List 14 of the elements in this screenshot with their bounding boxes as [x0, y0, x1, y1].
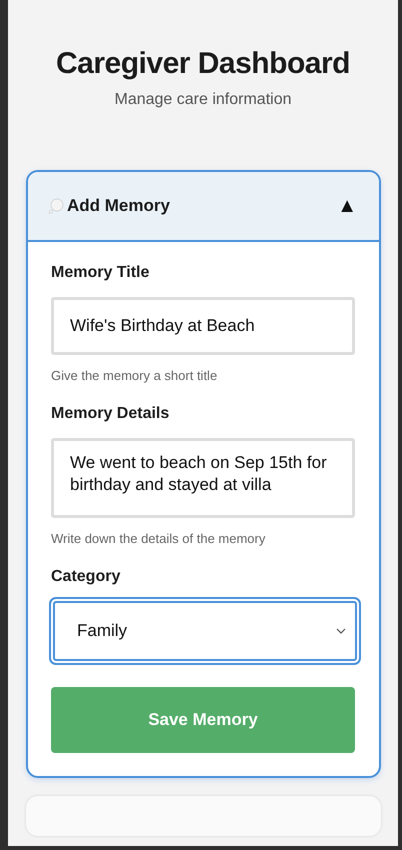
field-label: Memory Details — [51, 405, 170, 423]
field-hint: Write down the details of the memory — [51, 531, 266, 546]
title-input[interactable]: Wife's Birthday at Beach — [51, 297, 355, 355]
panel-title: Add Memory — [67, 196, 171, 216]
field-label: Memory Title — [51, 264, 150, 282]
thought-bubble-icon — [48, 198, 66, 214]
collapse-toggle[interactable]: ▲ — [337, 194, 357, 218]
chevron-down-icon — [336, 628, 346, 634]
field-label: Category — [51, 568, 122, 586]
field-hint: Give the memory a short title — [51, 368, 218, 383]
details-textarea[interactable]: We went to beach on Sep 15th for birthday and stayed at villa — [51, 438, 355, 518]
page-title: Caregiver Dashboard — [55, 47, 351, 81]
page-subtitle: Manage care information — [114, 91, 292, 109]
panel-header[interactable]: Add Memory ▲ — [28, 172, 379, 242]
